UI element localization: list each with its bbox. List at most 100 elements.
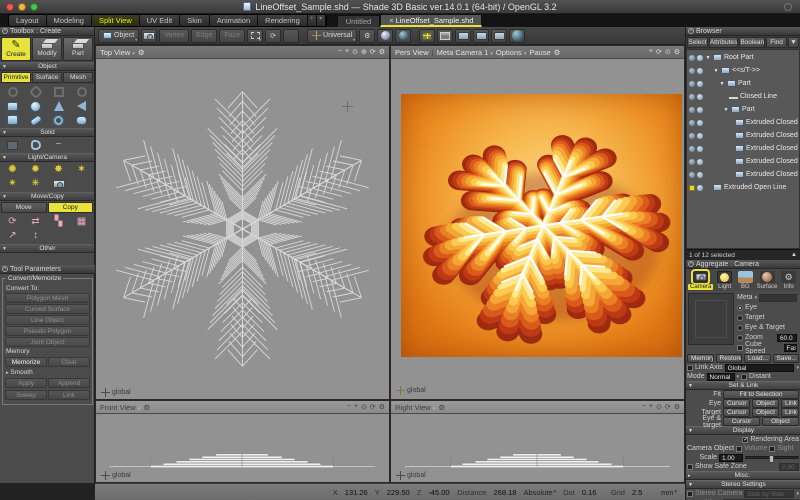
render-toggle[interactable] [697,68,703,74]
manipulator-settings-button[interactable]: ⚙ [359,29,375,43]
panel-close-icon[interactable]: × [688,28,694,34]
append-button[interactable]: Append [48,378,90,388]
eye-target-object-button[interactable]: Object [762,417,799,426]
view-type-dropdown[interactable]: Right View ▾ [395,403,435,412]
mode-dropdown[interactable]: Normal [707,373,735,381]
tree-row[interactable]: Extruded Closed [687,129,799,142]
render-toggle[interactable] [697,107,703,113]
tab-split-view[interactable]: Split View [92,15,140,26]
link-axis-dropdown[interactable]: Global [725,364,795,372]
cube-tool-icon[interactable] [1,113,24,127]
shaded-display-button[interactable] [473,29,489,43]
ambient-light-tool-icon[interactable]: ✳ [24,177,47,191]
visibility-toggle[interactable] [689,94,695,100]
stereo-mode-dropdown[interactable]: Side by Side [744,490,794,498]
preview-render-button[interactable] [509,29,525,43]
convert-line-object-button[interactable]: Line Object [5,315,90,325]
doc-tab-active[interactable]: ×LineOffset_Sample.shd [380,14,482,27]
link-button[interactable]: Link [48,390,90,400]
edge-mode-button[interactable]: Edge [191,29,217,43]
rounded-box-tool-icon[interactable] [70,113,93,127]
tab-surface[interactable]: Surface [32,72,62,83]
browser-tab-attributes[interactable]: Attributes [709,37,738,48]
create-mode-button[interactable]: ✎ Create [1,37,31,61]
rotate-select-button[interactable]: ⟳ [265,29,281,43]
target-object-button[interactable]: Object [752,408,779,417]
render-toggle[interactable] [697,159,703,165]
solid-box-tool-icon[interactable] [1,138,24,152]
view-settings-icon[interactable]: ⚙ [379,403,385,411]
zoom-in-icon[interactable]: + [354,403,358,411]
eye-radio[interactable] [737,305,743,311]
visibility-toggle[interactable] [689,146,695,152]
expand-arrow[interactable]: ▼ [719,81,725,87]
wedge-tool-icon[interactable] [70,99,93,113]
unit-dropdown[interactable]: mm▾ [661,488,677,497]
cone-tool-icon[interactable] [47,99,70,113]
snap-button[interactable] [395,29,411,43]
tree-row[interactable]: ▼ Root Part [687,51,799,64]
panel-close-icon[interactable]: × [2,266,8,272]
object-section-header[interactable]: ▼ Object [0,62,94,71]
zoom-in-icon[interactable]: + [649,403,653,411]
eye-target-cursor-button[interactable]: Cursor [723,417,760,426]
shear-tool-icon[interactable]: ↕ [24,229,47,243]
view-gear-icon[interactable]: ⚙ [554,48,561,57]
expand-arrow[interactable]: ▼ [723,107,729,113]
apply-button[interactable]: Apply [5,378,47,388]
options-dropdown[interactable]: Options ▾ [496,48,526,57]
visibility-toggle[interactable] [689,68,695,74]
zoom-out-icon[interactable]: − [642,403,646,411]
tree-row[interactable]: ▼ Part [687,103,799,116]
clear-button[interactable]: Clear [48,357,90,367]
pivot-button[interactable] [377,29,393,43]
other-section-header[interactable]: ▼ Other [0,244,94,253]
texture-display-button[interactable] [491,29,507,43]
aggregate-tab-camera[interactable]: Camera [688,271,713,290]
scale-field[interactable]: 1.00 [719,454,743,462]
pers-viewport-canvas[interactable]: global [391,59,684,399]
stereo-section-header[interactable]: ▼ Stereo Settings [686,480,800,489]
right-viewport-canvas[interactable]: global [391,414,684,482]
zoom-radio[interactable] [737,335,743,341]
browser-filter-icon[interactable]: ▼ [788,37,799,48]
array-copy-tool-icon[interactable]: ▦ [70,215,93,229]
render-toggle[interactable] [697,172,703,178]
tab-rendering[interactable]: Rendering [258,15,308,26]
face-mode-button[interactable]: Face [219,29,245,43]
render-toggle[interactable] [697,94,703,100]
front-viewport-canvas[interactable]: global [96,414,389,482]
pan-icon[interactable]: ⊕ [361,48,367,56]
aggregate-tab-info[interactable]: ⚙ Info [779,271,798,290]
tree-row[interactable]: ▼ Part [687,77,799,90]
zoom-out-icon[interactable]: − [338,48,342,56]
visibility-toggle[interactable] [689,172,695,178]
view-settings-icon[interactable]: ⚙ [379,48,385,56]
plane-tool-icon[interactable] [47,85,70,99]
doc-tab-untitled[interactable]: Untitled [337,15,380,27]
chevron-down-icon[interactable]: ▾ [755,295,758,301]
marquee-select-button[interactable]: ▾ [247,29,263,43]
visibility-toggle[interactable] [689,159,695,165]
disc-tool-icon[interactable] [1,85,24,99]
fit-to-selection-button[interactable]: Fit to Selection [723,390,799,399]
eye-target-radio[interactable] [737,325,743,331]
camera-mode-button[interactable] [141,29,157,43]
tree-row[interactable]: Closed Line [687,90,799,103]
tab-animation[interactable]: Animation [210,15,258,26]
view-gear-icon[interactable]: ⚙ [138,48,145,57]
safe-zone-field[interactable]: 0.90 [779,463,799,471]
convert-curved-surface-button[interactable]: Curved Surface [5,304,90,314]
expand-arrow[interactable]: ▼ [713,68,719,74]
meta-field[interactable] [759,294,797,302]
restore-button[interactable]: Restore [716,354,743,363]
render-toggle[interactable] [697,146,703,152]
open-line-tool-icon[interactable]: ~ [47,138,70,152]
tree-row[interactable]: Extruded Closed [687,142,799,155]
rotate-copy-tool-icon[interactable]: ⟳ [1,215,24,229]
rendering-area-checkbox[interactable]: ✓ [742,437,748,443]
render-toggle[interactable] [697,133,703,139]
display-section-header[interactable]: ▼ Display [686,426,800,435]
visibility-toggle[interactable] [689,55,695,61]
orbit-icon[interactable]: ⟳ [665,403,671,411]
